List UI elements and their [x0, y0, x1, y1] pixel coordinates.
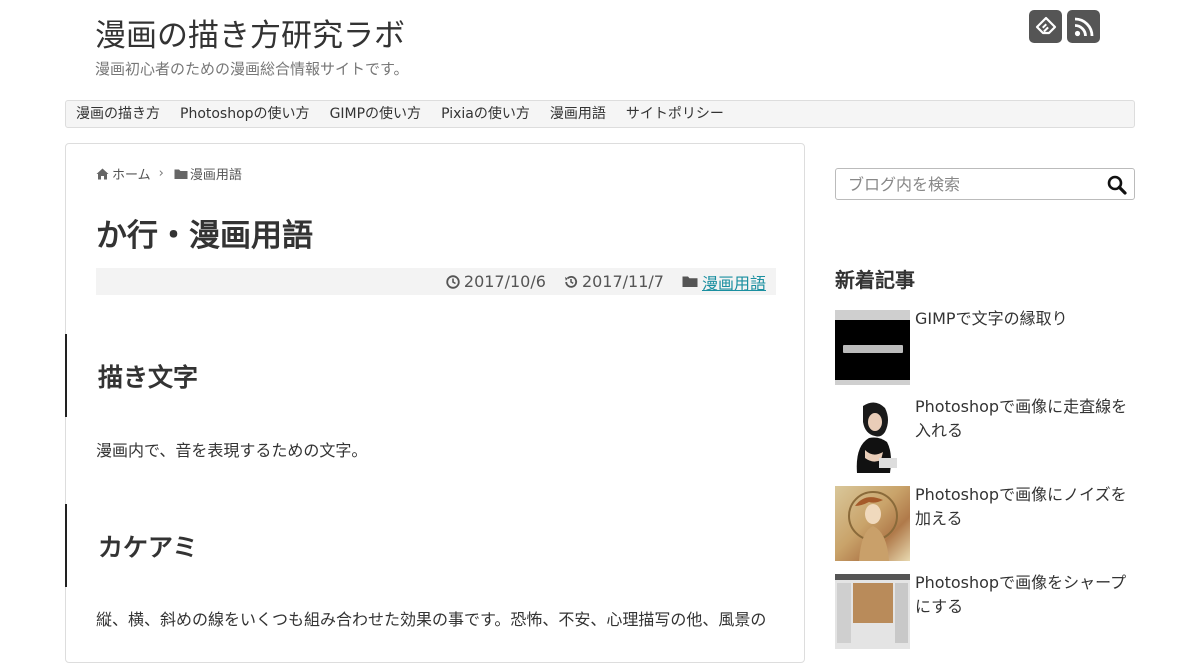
- search-button[interactable]: [1106, 174, 1128, 196]
- article-title: か行・漫画用語: [96, 218, 313, 254]
- recent-post-title[interactable]: Photoshopで画像をシャープにする: [915, 571, 1130, 650]
- section-heading: 描き文字: [65, 334, 365, 417]
- published-date-text: 2017/10/6: [463, 272, 546, 291]
- recent-post-title[interactable]: GIMPで文字の縁取り: [915, 307, 1130, 386]
- section-heading: カケアミ: [65, 504, 365, 587]
- published-date: 2017/10/6: [446, 272, 546, 291]
- post-thumbnail[interactable]: [835, 310, 910, 385]
- section-body: 漫画内で、音を表現するための文字。: [96, 441, 368, 460]
- category-link[interactable]: 漫画用語: [702, 270, 766, 294]
- post-thumbnail[interactable]: [835, 486, 910, 561]
- woman-photo-image: [835, 398, 910, 473]
- category-meta: 漫画用語: [682, 270, 766, 294]
- article-container: ホーム › 漫画用語 か行・漫画用語 2017/10/6 2017/11/7 漫…: [65, 143, 805, 663]
- history-icon: [564, 275, 577, 288]
- site-title[interactable]: 漫画の描き方研究ラボ: [95, 10, 405, 55]
- feedly-icon: [1035, 16, 1056, 34]
- recent-post[interactable]: Photoshopで画像に走査線を入れる: [835, 395, 1135, 474]
- post-thumbnail[interactable]: [835, 398, 910, 473]
- section-body: 縦、横、斜めの線をいくつも組み合わせた効果の事です。恐怖、不安、心理描写の他、風…: [96, 610, 767, 629]
- post-thumbnail[interactable]: [835, 574, 910, 649]
- folder-icon: [682, 276, 698, 287]
- recent-post-title[interactable]: Photoshopで画像に走査線を入れる: [915, 395, 1130, 474]
- nav-item-manga-terms[interactable]: 漫画用語: [540, 101, 616, 127]
- article-meta: 2017/10/6 2017/11/7 漫画用語: [96, 268, 776, 295]
- search-form: [835, 168, 1135, 200]
- search-icon: [1107, 175, 1127, 195]
- nav-item-photoshop[interactable]: Photoshopの使い方: [170, 101, 320, 127]
- folder-icon: [174, 169, 188, 179]
- nav-item-pixia[interactable]: Pixiaの使い方: [431, 101, 540, 127]
- app-screenshot-image: [835, 574, 910, 649]
- clock-icon: [446, 274, 460, 289]
- rss-button[interactable]: [1067, 10, 1100, 43]
- rss-icon: [1074, 17, 1093, 36]
- global-nav: 漫画の描き方 Photoshopの使い方 GIMPの使い方 Pixiaの使い方 …: [65, 100, 1135, 128]
- recent-post[interactable]: Photoshopで画像をシャープにする: [835, 571, 1135, 650]
- recent-post[interactable]: Photoshopで画像にノイズを加える: [835, 483, 1135, 562]
- breadcrumb-category[interactable]: 漫画用語: [190, 164, 242, 183]
- nav-item-gimp[interactable]: GIMPの使い方: [320, 101, 432, 127]
- recent-post[interactable]: GIMPで文字の縁取り: [835, 307, 1135, 386]
- painting-image: [848, 491, 898, 561]
- feedly-button[interactable]: [1029, 10, 1062, 43]
- site-description: 漫画初心者のための漫画総合情報サイトです。: [95, 60, 409, 78]
- nav-item-site-policy[interactable]: サイトポリシー: [616, 101, 734, 127]
- nav-item-manga-drawing[interactable]: 漫画の描き方: [66, 101, 170, 127]
- search-input[interactable]: [836, 169, 1101, 199]
- updated-date: 2017/11/7: [564, 272, 664, 291]
- breadcrumb: ホーム › 漫画用語: [96, 164, 242, 183]
- updated-date-text: 2017/11/7: [581, 272, 664, 291]
- recent-posts-heading: 新着記事: [835, 268, 915, 292]
- breadcrumb-home[interactable]: ホーム: [112, 164, 151, 183]
- chevron-right-icon: ›: [158, 166, 164, 181]
- recent-post-title[interactable]: Photoshopで画像にノイズを加える: [915, 483, 1130, 562]
- home-icon: [96, 168, 109, 179]
